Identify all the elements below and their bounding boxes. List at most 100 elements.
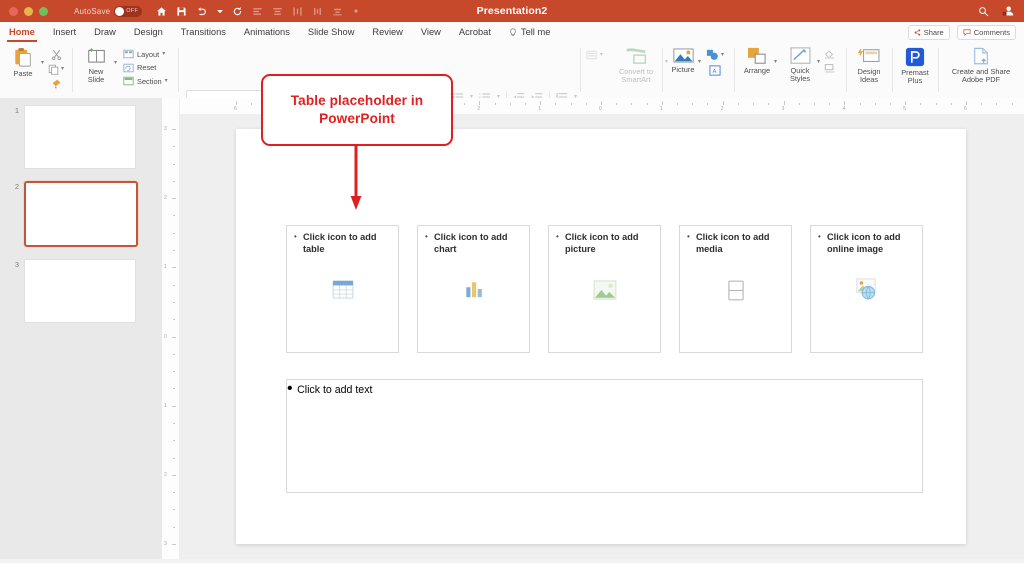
shape-outline-icon[interactable] (824, 63, 835, 73)
media-icon[interactable] (680, 280, 791, 301)
new-slide-dropdown[interactable]: ▾ (114, 42, 117, 69)
online-image-icon[interactable] (811, 278, 922, 300)
slide-thumbnail-1[interactable]: 1 (5, 105, 136, 169)
redo-icon[interactable] (232, 6, 243, 17)
tab-home[interactable]: Home (0, 22, 44, 42)
new-slide-button[interactable]: NewSlide (80, 42, 112, 85)
tab-draw[interactable]: Draw (85, 22, 125, 42)
quick-styles-button[interactable]: QuickStyles (783, 42, 817, 84)
text-box-icon[interactable]: A (709, 65, 721, 76)
titlebar-right-icons (978, 0, 1014, 22)
tab-view[interactable]: View (412, 22, 450, 42)
tab-tell-me[interactable]: Tell me (500, 22, 559, 42)
layout-label: Layout (137, 50, 159, 59)
adobe-pdf-label: Create and ShareAdobe PDF (952, 68, 1010, 85)
paste-icon (13, 47, 33, 68)
text-to-smartart-icon[interactable] (586, 50, 597, 60)
minimize-window-button[interactable] (24, 7, 33, 16)
share-button[interactable]: Share (908, 25, 950, 40)
placeholder-text-media: Click icon to add media (696, 231, 785, 256)
layout-dropdown-icon[interactable]: ▾ (162, 51, 165, 57)
arrange-label: Arrange (744, 67, 770, 75)
slide-thumbnail-image-3[interactable] (24, 259, 136, 323)
align-middle-icon[interactable] (312, 6, 323, 17)
clipboard-group: Paste ▾ ▾ (6, 42, 64, 98)
slide-thumbnail-image-1[interactable] (24, 105, 136, 169)
content-placeholder-chart[interactable]: • Click icon to add chart (417, 225, 530, 353)
close-window-button[interactable] (9, 7, 18, 16)
new-slide-icon (86, 47, 107, 66)
vertical-ruler[interactable]: 3210123 (162, 98, 180, 563)
autosave-toggle[interactable]: OFF (114, 6, 142, 17)
create-share-adobe-pdf-button[interactable]: Create and ShareAdobe PDF (942, 42, 1020, 85)
paste-dropdown[interactable]: ▾ (41, 42, 44, 69)
shape-fill-icon[interactable] (824, 49, 835, 59)
tab-acrobat[interactable]: Acrobat (450, 22, 500, 42)
document-title: Presentation2 (0, 0, 1024, 22)
align-bottom-icon[interactable] (332, 6, 343, 17)
slide-thumbnail-3[interactable]: 3 (5, 259, 136, 323)
tab-review[interactable]: Review (363, 22, 411, 42)
content-placeholder-online-image[interactable]: • Click icon to add online image (810, 225, 923, 353)
annotation-text: Table placeholder in PowerPoint (283, 92, 431, 128)
placeholder-bullet: • (818, 232, 821, 242)
tab-home-label: Home (9, 27, 35, 37)
placeholder-bullet: • (687, 232, 690, 242)
slide-thumbnail-2[interactable]: 2 (5, 181, 138, 247)
slide-canvas-area[interactable]: • Click icon to add table • Click icon t… (180, 114, 1024, 563)
shapes-icon[interactable] (706, 49, 719, 61)
tab-design[interactable]: Design (125, 22, 172, 42)
design-ideas-button[interactable]: DesignIdeas (850, 42, 888, 85)
tab-transitions[interactable]: Transitions (172, 22, 235, 42)
home-icon[interactable] (156, 6, 167, 17)
copy-icon[interactable] (48, 64, 59, 75)
align-distribute-icon[interactable] (292, 6, 303, 17)
tab-view-label: View (421, 27, 441, 37)
autosave-control[interactable]: AutoSave OFF (74, 6, 142, 17)
section-dropdown-icon[interactable]: ▾ (165, 78, 168, 84)
paste-button[interactable]: Paste (6, 42, 40, 78)
content-placeholder-media[interactable]: • Click icon to add media (679, 225, 792, 353)
search-icon[interactable] (978, 6, 989, 17)
more-options-icon[interactable] (352, 7, 360, 15)
format-painter-icon[interactable] (48, 78, 64, 89)
section-button[interactable]: Section ▾ (123, 76, 168, 86)
copy-dropdown-icon[interactable]: ▾ (61, 66, 64, 72)
slide-thumbnail-image-2[interactable] (24, 181, 138, 247)
tab-slide-show[interactable]: Slide Show (299, 22, 364, 42)
cut-icon[interactable] (48, 49, 64, 60)
tab-insert[interactable]: Insert (44, 22, 85, 42)
align-center-icon[interactable] (272, 6, 283, 17)
reset-button[interactable]: Reset (123, 63, 168, 73)
picture-button[interactable]: Picture (668, 42, 698, 74)
adobe-pdf-group: Create and ShareAdobe PDF (942, 42, 1020, 98)
slide-canvas[interactable]: • Click icon to add table • Click icon t… (236, 129, 966, 544)
content-placeholder-table[interactable]: • Click icon to add table (286, 225, 399, 353)
maximize-window-button[interactable] (39, 7, 48, 16)
premast-plus-button[interactable]: PremastPlus (896, 42, 934, 86)
slide-thumbnail-pane[interactable]: 1 2 3 (0, 98, 162, 563)
picture-icon[interactable] (549, 280, 660, 300)
convert-to-smartart-button[interactable]: Convert toSmartArt (609, 42, 663, 85)
align-left-icon[interactable] (252, 6, 263, 17)
undo-icon[interactable] (196, 6, 208, 17)
comments-button[interactable]: Comments (957, 25, 1016, 40)
adobe-pdf-icon (971, 47, 991, 66)
svg-text:A: A (712, 69, 716, 75)
tab-review-label: Review (372, 27, 402, 37)
slides-small-buttons: Layout ▾ Reset Section ▾ (123, 42, 168, 86)
text-placeholder[interactable]: • Click to add text (286, 379, 923, 493)
content-placeholder-picture[interactable]: • Click icon to add picture (548, 225, 661, 353)
premast-plus-group: PremastPlus (896, 42, 934, 98)
undo-dropdown-icon[interactable] (217, 9, 223, 14)
slide-number-3: 3 (5, 259, 19, 269)
placeholder-text-chart: Click icon to add chart (434, 231, 523, 256)
account-icon[interactable] (1002, 5, 1014, 17)
layout-button[interactable]: Layout ▾ (123, 49, 168, 59)
tab-animations[interactable]: Animations (235, 22, 299, 42)
window-controls[interactable] (9, 7, 48, 16)
table-icon[interactable] (287, 280, 398, 299)
arrange-button[interactable]: Arrange (740, 42, 774, 75)
save-icon[interactable] (176, 6, 187, 17)
chart-icon[interactable] (418, 280, 529, 299)
